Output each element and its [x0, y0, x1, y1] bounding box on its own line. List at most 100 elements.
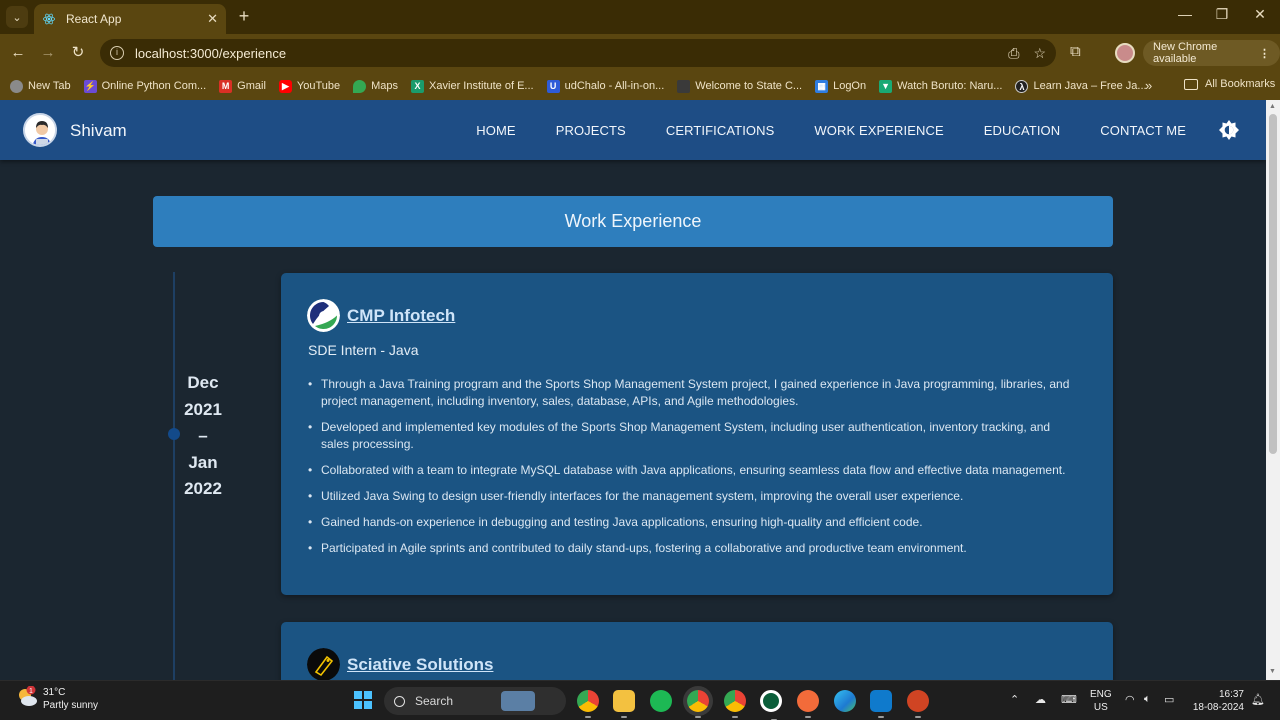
- bookmark-item[interactable]: X Xavier Institute of E...: [411, 79, 534, 93]
- new-tab-button[interactable]: +: [234, 6, 254, 26]
- weather-widget[interactable]: 1 31°C Partly sunny: [16, 685, 99, 712]
- avatar[interactable]: [23, 113, 57, 147]
- forward-button[interactable]: →: [38, 43, 58, 63]
- site-navbar: Shivam HOME PROJECTS CERTIFICATIONS WORK…: [0, 100, 1266, 160]
- cmp-infotech-logo-icon: [307, 299, 340, 332]
- bookmark-item[interactable]: ▦ LogOn: [815, 79, 866, 93]
- more-bookmarks-icon[interactable]: »: [1145, 78, 1152, 93]
- web-page: Shivam HOME PROJECTS CERTIFICATIONS WORK…: [0, 100, 1266, 680]
- minimize-button[interactable]: —: [1173, 6, 1197, 22]
- job-role: SDE Intern - Java: [308, 342, 419, 358]
- scrollbar-thumb[interactable]: [1269, 114, 1277, 454]
- nav-projects[interactable]: PROJECTS: [556, 123, 626, 138]
- language-indicator[interactable]: ENG US: [1090, 688, 1112, 714]
- partly-sunny-icon: 1: [16, 685, 38, 708]
- taskbar-search[interactable]: Search: [384, 687, 566, 715]
- bookmarks-bar: New Tab ⚡ Online Python Com... M Gmail ▶ Yo…: [0, 72, 1280, 100]
- url-text: localhost:3000/experience: [135, 45, 287, 61]
- gmail-icon: M: [219, 79, 233, 93]
- bookmark-star-icon[interactable]: ☆: [1033, 45, 1046, 62]
- nav-certifications[interactable]: CERTIFICATIONS: [666, 123, 775, 138]
- udchalo-icon: U: [546, 79, 560, 93]
- bookmark-item[interactable]: ▼ Watch Boruto: Naru...: [879, 79, 1002, 93]
- spotify-icon[interactable]: [650, 690, 672, 712]
- chrome-icon[interactable]: [687, 690, 709, 718]
- search-label: Search: [415, 694, 454, 708]
- theme-toggle-icon[interactable]: [1219, 120, 1239, 140]
- company-link[interactable]: Sciative Solutions: [347, 655, 493, 675]
- page-title: Work Experience: [153, 196, 1113, 247]
- chrome-profile-icon[interactable]: [577, 690, 599, 718]
- system-clock[interactable]: 16:37 18-08-2024: [1188, 688, 1244, 714]
- developer-avatar-icon: [25, 115, 55, 145]
- freecodecamp-icon: λ: [1015, 79, 1029, 93]
- bookmark-item[interactable]: Welcome to State C...: [677, 79, 802, 93]
- close-window-button[interactable]: ✕: [1248, 6, 1272, 23]
- company-header: Sciative Solutions: [307, 648, 493, 680]
- nav-education[interactable]: EDUCATION: [984, 123, 1061, 138]
- extensions-icon[interactable]: ⧉: [1070, 43, 1081, 60]
- nav-work-experience[interactable]: WORK EXPERIENCE: [814, 123, 943, 138]
- chrome-profile-2-icon[interactable]: [724, 690, 746, 718]
- profile-avatar[interactable]: [1115, 43, 1135, 63]
- postman-icon[interactable]: [797, 690, 819, 718]
- windows-start-button[interactable]: [354, 691, 372, 709]
- notification-bell-icon[interactable]: 🔔︎: [1251, 693, 1265, 706]
- edge-icon[interactable]: [834, 690, 856, 712]
- scroll-down-icon[interactable]: ▼: [1269, 668, 1276, 675]
- close-icon[interactable]: ✕: [207, 11, 218, 27]
- wifi-icon[interactable]: ◠: [1125, 693, 1135, 706]
- file-explorer-icon[interactable]: [613, 690, 635, 718]
- chevron-up-icon[interactable]: ⌃: [1010, 693, 1019, 706]
- list-item: Gained hands-on experience in debugging …: [308, 514, 1078, 531]
- experience-card: Sciative Solutions: [281, 622, 1113, 680]
- youtube-icon: ▶: [278, 79, 292, 93]
- browser-tab-active[interactable]: React App ✕: [34, 4, 226, 34]
- bookmark-item[interactable]: M Gmail: [219, 79, 266, 93]
- bookmark-item[interactable]: Maps: [353, 79, 398, 93]
- experience-date: Dec 2021 – Jan 2022: [184, 373, 222, 499]
- all-bookmarks-button[interactable]: All Bookmarks: [1184, 78, 1275, 90]
- react-icon: [43, 13, 55, 25]
- weather-condition: Partly sunny: [43, 700, 99, 711]
- bookmark-item[interactable]: UudChalo - All-in-on...: [546, 79, 664, 93]
- volume-icon[interactable]: 🔈︎: [1144, 693, 1151, 706]
- nav-home[interactable]: HOME: [476, 123, 515, 138]
- company-link[interactable]: CMP Infotech: [347, 306, 455, 326]
- main-nav: HOME PROJECTS CERTIFICATIONS WORK EXPERI…: [436, 123, 1186, 138]
- responsibility-list: Through a Java Training program and the …: [308, 376, 1078, 566]
- bookmark-item[interactable]: λ Learn Java – Free Ja...: [1015, 79, 1147, 93]
- bookmark-item[interactable]: ⚡ Online Python Com...: [83, 79, 206, 93]
- tab-title: React App: [66, 12, 122, 26]
- install-app-icon[interactable]: ⎙: [1008, 45, 1019, 62]
- mongodb-compass-icon[interactable]: [760, 690, 782, 720]
- bookmark-item[interactable]: New Tab: [10, 79, 71, 93]
- page-scrollbar[interactable]: ▲ ▼: [1266, 100, 1280, 680]
- globe-icon: [10, 79, 23, 93]
- keyboard-icon[interactable]: ⌨: [1061, 693, 1077, 706]
- onedrive-icon[interactable]: ☁: [1035, 693, 1046, 706]
- update-chrome-button[interactable]: New Chrome available ⋮: [1143, 40, 1280, 66]
- back-button[interactable]: ←: [8, 43, 28, 63]
- list-item: Developed and implemented key modules of…: [308, 419, 1078, 453]
- windows-icon: ▦: [815, 79, 829, 93]
- list-item: Through a Java Training program and the …: [308, 376, 1078, 410]
- svg-text:1: 1: [29, 688, 33, 695]
- battery-icon[interactable]: ▭: [1164, 693, 1174, 706]
- site-info-icon[interactable]: i: [110, 46, 124, 60]
- scroll-up-icon[interactable]: ▲: [1269, 103, 1276, 110]
- brand-name[interactable]: Shivam: [70, 121, 127, 141]
- reload-button[interactable]: ↻: [68, 43, 88, 63]
- lightning-icon: ⚡: [83, 79, 97, 93]
- tab-search-button[interactable]: ⌄: [6, 6, 28, 28]
- vscode-icon[interactable]: [870, 690, 892, 718]
- bookmark-item[interactable]: ▶ YouTube: [278, 79, 340, 93]
- powerpoint-icon[interactable]: [907, 690, 929, 718]
- restore-button[interactable]: ❐: [1210, 6, 1234, 23]
- address-bar[interactable]: i localhost:3000/experience ⎙ ☆: [100, 39, 1056, 67]
- site-icon: [677, 79, 691, 93]
- list-item: Utilized Java Swing to design user-frien…: [308, 488, 1078, 505]
- nav-contact-me[interactable]: CONTACT ME: [1100, 123, 1186, 138]
- weather-temp: 31°C: [43, 687, 66, 698]
- folder-icon: [1184, 78, 1198, 90]
